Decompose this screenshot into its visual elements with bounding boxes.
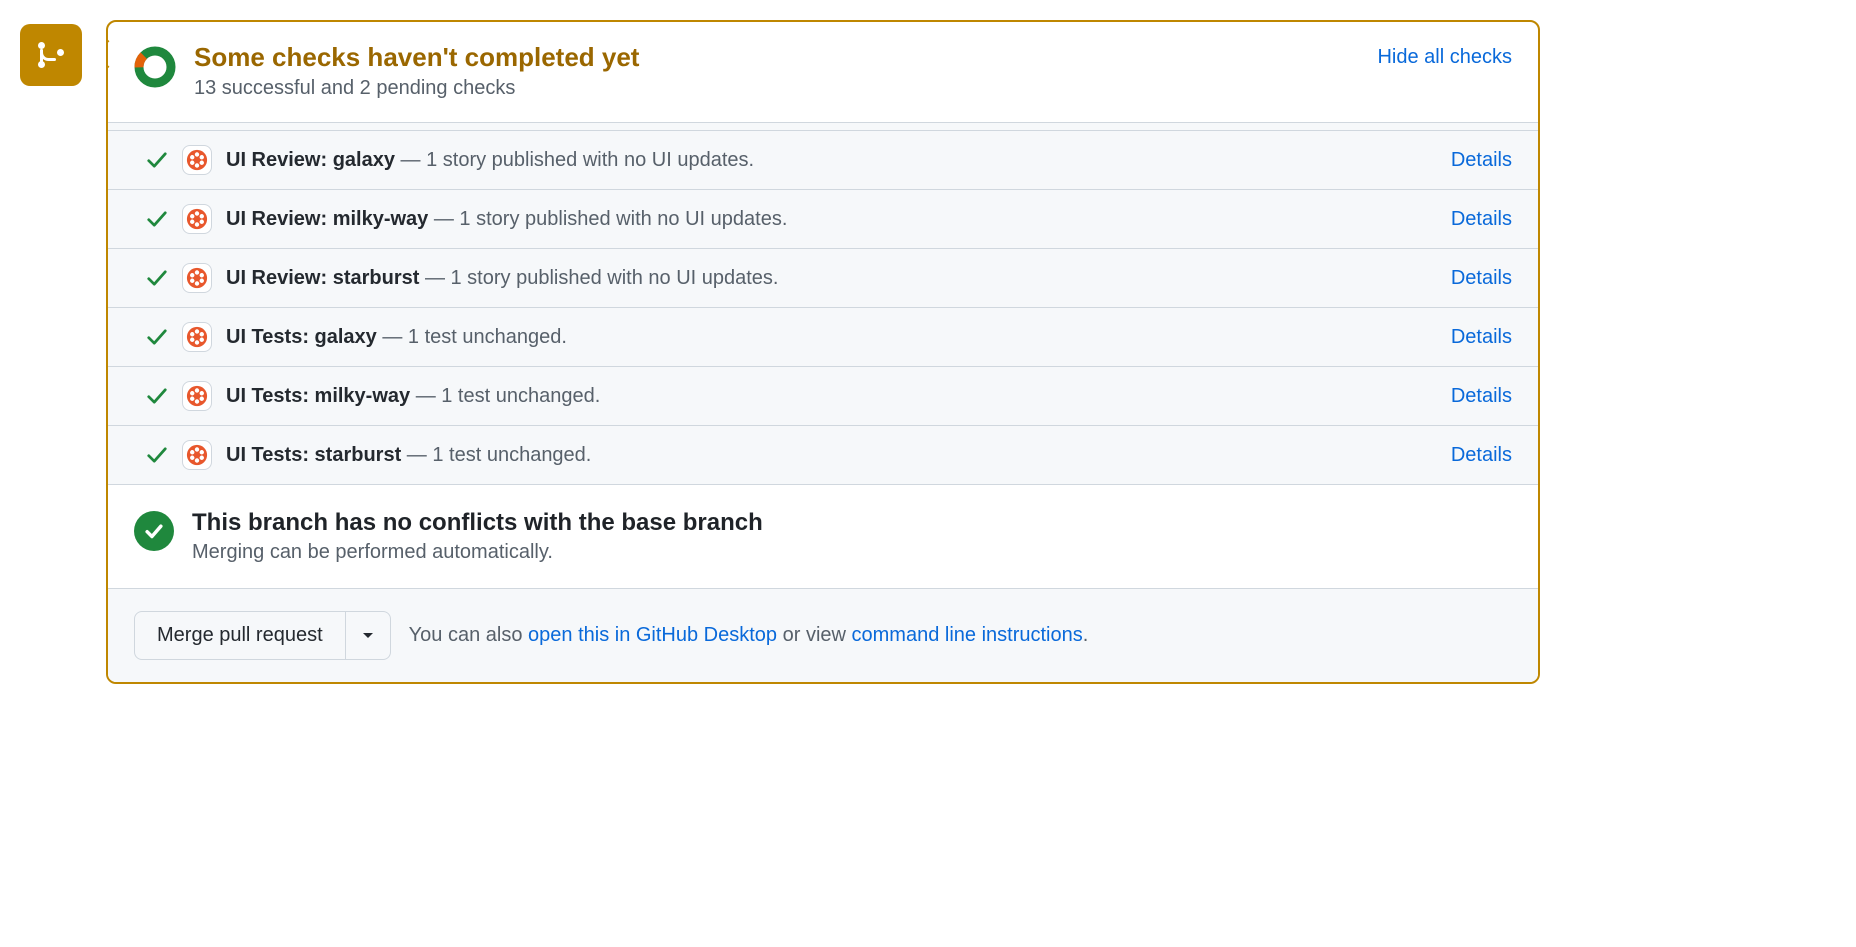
merge-actions-bar: Merge pull request You can also open thi… [108, 589, 1538, 682]
merge-panel: Some checks haven't completed yet 13 suc… [106, 20, 1540, 684]
check-name: UI Review: galaxy [226, 149, 395, 171]
check-success-icon [146, 444, 168, 466]
caret-down-icon [362, 632, 374, 640]
merge-button-group: Merge pull request [134, 611, 391, 660]
checks-subtitle: 13 successful and 2 pending checks [194, 77, 1359, 100]
check-details-link[interactable]: Details [1451, 208, 1512, 231]
checks-header: Some checks haven't completed yet 13 suc… [108, 22, 1538, 122]
hint-prefix: You can also [409, 624, 528, 646]
chromatic-icon [186, 444, 208, 466]
check-row: UI Tests: galaxy — 1 test unchanged. Det… [108, 308, 1538, 367]
check-success-icon [146, 267, 168, 289]
merge-pull-request-button[interactable]: Merge pull request [134, 611, 346, 660]
check-text: UI Tests: milky-way — 1 test unchanged. [226, 385, 1437, 408]
check-success-icon [146, 208, 168, 230]
merge-status-subtitle: Merging can be performed automatically. [192, 541, 763, 564]
checks-list-top-sliver [108, 123, 1538, 131]
check-details-link[interactable]: Details [1451, 444, 1512, 467]
check-text: UI Tests: starburst — 1 test unchanged. [226, 444, 1437, 467]
open-github-desktop-link[interactable]: open this in GitHub Desktop [528, 624, 777, 646]
check-name: UI Review: starburst [226, 267, 419, 289]
check-desc: — 1 story published with no UI updates. [428, 208, 787, 230]
check-desc: — 1 test unchanged. [410, 385, 600, 407]
chromatic-icon [186, 267, 208, 289]
check-name: UI Review: milky-way [226, 208, 428, 230]
hide-all-checks-link[interactable]: Hide all checks [1377, 46, 1512, 69]
check-name: UI Tests: galaxy [226, 326, 377, 348]
check-app-avatar [182, 145, 212, 175]
check-text: UI Tests: galaxy — 1 test unchanged. [226, 326, 1437, 349]
check-app-avatar [182, 440, 212, 470]
merge-conflict-status: This branch has no conflicts with the ba… [108, 485, 1538, 589]
check-details-link[interactable]: Details [1451, 267, 1512, 290]
check-row: UI Tests: starburst — 1 test unchanged. … [108, 426, 1538, 485]
check-desc: — 1 story published with no UI updates. [419, 267, 778, 289]
check-details-link[interactable]: Details [1451, 326, 1512, 349]
check-desc: — 1 test unchanged. [377, 326, 567, 348]
check-details-link[interactable]: Details [1451, 149, 1512, 172]
checks-list: UI Review: galaxy — 1 story published wi… [108, 122, 1538, 485]
merge-options-dropdown-button[interactable] [346, 611, 391, 660]
checks-title: Some checks haven't completed yet [194, 42, 1359, 73]
chromatic-icon [186, 208, 208, 230]
check-text: UI Review: galaxy — 1 story published wi… [226, 149, 1437, 172]
success-circle-icon [134, 511, 174, 551]
command-line-instructions-link[interactable]: command line instructions [852, 624, 1083, 646]
check-text: UI Review: starburst — 1 story published… [226, 267, 1437, 290]
check-app-avatar [182, 322, 212, 352]
merge-hint-text: You can also open this in GitHub Desktop… [409, 624, 1089, 647]
check-text: UI Review: milky-way — 1 story published… [226, 208, 1437, 231]
check-success-icon [146, 149, 168, 171]
check-row: UI Review: milky-way — 1 story published… [108, 190, 1538, 249]
check-app-avatar [182, 204, 212, 234]
chromatic-icon [186, 149, 208, 171]
check-success-icon [146, 326, 168, 348]
hint-mid: or view [777, 624, 851, 646]
check-success-icon [146, 385, 168, 407]
check-name: UI Tests: milky-way [226, 385, 410, 407]
check-desc: — 1 test unchanged. [401, 444, 591, 466]
check-row: UI Tests: milky-way — 1 test unchanged. … [108, 367, 1538, 426]
check-app-avatar [182, 263, 212, 293]
check-desc: — 1 story published with no UI updates. [395, 149, 754, 171]
merge-status-title: This branch has no conflicts with the ba… [192, 509, 763, 537]
git-merge-icon [35, 39, 67, 71]
hint-suffix: . [1083, 624, 1089, 646]
chromatic-icon [186, 326, 208, 348]
check-row: UI Review: starburst — 1 story published… [108, 249, 1538, 308]
checks-donut-icon [134, 46, 176, 88]
chromatic-icon [186, 385, 208, 407]
timeline-merge-badge [20, 24, 82, 86]
check-app-avatar [182, 381, 212, 411]
check-row: UI Review: galaxy — 1 story published wi… [108, 131, 1538, 190]
check-name: UI Tests: starburst [226, 444, 401, 466]
check-details-link[interactable]: Details [1451, 385, 1512, 408]
